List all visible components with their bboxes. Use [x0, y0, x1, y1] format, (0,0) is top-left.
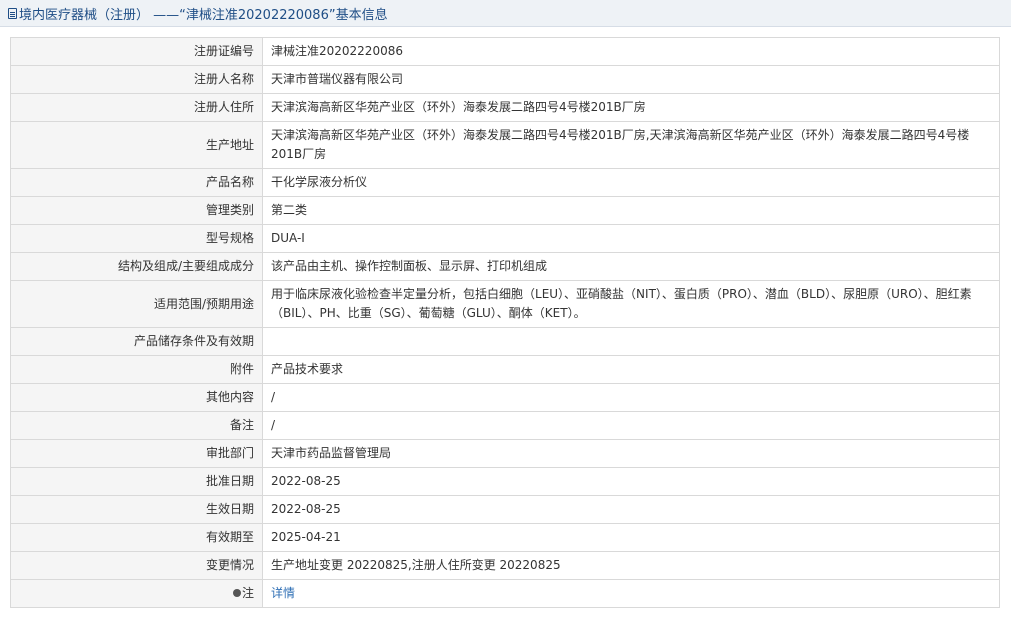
row-label: 产品名称 [10, 168, 263, 197]
table-row: 审批部门 天津市药品监督管理局 [10, 439, 1000, 468]
row-label: 审批部门 [10, 439, 263, 468]
table-row: 结构及组成/主要组成成分 该产品由主机、操作控制面板、显示屏、打印机组成 [10, 252, 1000, 281]
row-label: 备注 [10, 411, 263, 440]
row-label: 结构及组成/主要组成成分 [10, 252, 263, 281]
row-value: 天津市普瑞仪器有限公司 [262, 65, 1000, 94]
row-value: 2025-04-21 [262, 523, 1000, 552]
table-row: 型号规格 DUA-I [10, 224, 1000, 253]
row-label: 注册人住所 [10, 93, 263, 122]
row-value: / [262, 411, 1000, 440]
row-label: 批准日期 [10, 467, 263, 496]
row-label: 注册人名称 [10, 65, 263, 94]
row-value: 用于临床尿液化验检查半定量分析，包括白细胞（LEU）、亚硝酸盐（NIT）、蛋白质… [262, 280, 1000, 328]
detail-table: 注册证编号 津械注准20202220086 注册人名称 天津市普瑞仪器有限公司 … [10, 37, 1000, 608]
row-label: 注册证编号 [10, 37, 263, 66]
table-row: 适用范围/预期用途 用于临床尿液化验检查半定量分析，包括白细胞（LEU）、亚硝酸… [10, 280, 1000, 328]
row-label: 其他内容 [10, 383, 263, 412]
table-row: 生效日期 2022-08-25 [10, 495, 1000, 524]
row-value: DUA-I [262, 224, 1000, 253]
row-value: 产品技术要求 [262, 355, 1000, 384]
note-label: 注 [241, 586, 254, 600]
row-value: 2022-08-25 [262, 495, 1000, 524]
row-value: 第二类 [262, 196, 1000, 225]
table-row: 有效期至 2025-04-21 [10, 523, 1000, 552]
row-label: 管理类别 [10, 196, 263, 225]
table-row: 产品名称 干化学尿液分析仪 [10, 168, 1000, 197]
note-value-cell: 详情 [262, 579, 1000, 608]
page-title-bar: 境内医疗器械（注册） ——“津械注准20202220086”基本信息 [0, 0, 1011, 27]
row-label: 有效期至 [10, 523, 263, 552]
note-icon [232, 588, 241, 597]
table-row: 注册人住所 天津滨海高新区华苑产业区（环外）海泰发展二路四号4号楼201B厂房 [10, 93, 1000, 122]
row-value: 天津市药品监督管理局 [262, 439, 1000, 468]
details-link[interactable]: 详情 [271, 586, 295, 600]
document-icon [8, 7, 17, 19]
table-row: 管理类别 第二类 [10, 196, 1000, 225]
row-value: 该产品由主机、操作控制面板、显示屏、打印机组成 [262, 252, 1000, 281]
table-row: 批准日期 2022-08-25 [10, 467, 1000, 496]
table-row-note: 注 详情 [10, 579, 1000, 608]
row-value: 2022-08-25 [262, 467, 1000, 496]
table-row: 变更情况 生产地址变更 20220825,注册人住所变更 20220825 [10, 551, 1000, 580]
row-label: 变更情况 [10, 551, 263, 580]
table-row: 注册人名称 天津市普瑞仪器有限公司 [10, 65, 1000, 94]
row-value: 干化学尿液分析仪 [262, 168, 1000, 197]
row-label: 附件 [10, 355, 263, 384]
row-value: / [262, 383, 1000, 412]
table-row: 其他内容 / [10, 383, 1000, 412]
table-row: 备注 / [10, 411, 1000, 440]
row-label: 生产地址 [10, 121, 263, 169]
row-label: 型号规格 [10, 224, 263, 253]
row-label: 适用范围/预期用途 [10, 280, 263, 328]
row-value [262, 327, 1000, 356]
table-row: 产品储存条件及有效期 [10, 327, 1000, 356]
page-title: 境内医疗器械（注册） ——“津械注准20202220086”基本信息 [19, 7, 388, 23]
table-row: 注册证编号 津械注准20202220086 [10, 37, 1000, 66]
row-value: 天津滨海高新区华苑产业区（环外）海泰发展二路四号4号楼201B厂房 [262, 93, 1000, 122]
row-value: 津械注准20202220086 [262, 37, 1000, 66]
row-label: 生效日期 [10, 495, 263, 524]
note-label-cell: 注 [10, 579, 263, 608]
table-row: 生产地址 天津滨海高新区华苑产业区（环外）海泰发展二路四号4号楼201B厂房,天… [10, 121, 1000, 169]
row-value: 天津滨海高新区华苑产业区（环外）海泰发展二路四号4号楼201B厂房,天津滨海高新… [262, 121, 1000, 169]
row-label: 产品储存条件及有效期 [10, 327, 263, 356]
row-value: 生产地址变更 20220825,注册人住所变更 20220825 [262, 551, 1000, 580]
table-row: 附件 产品技术要求 [10, 355, 1000, 384]
